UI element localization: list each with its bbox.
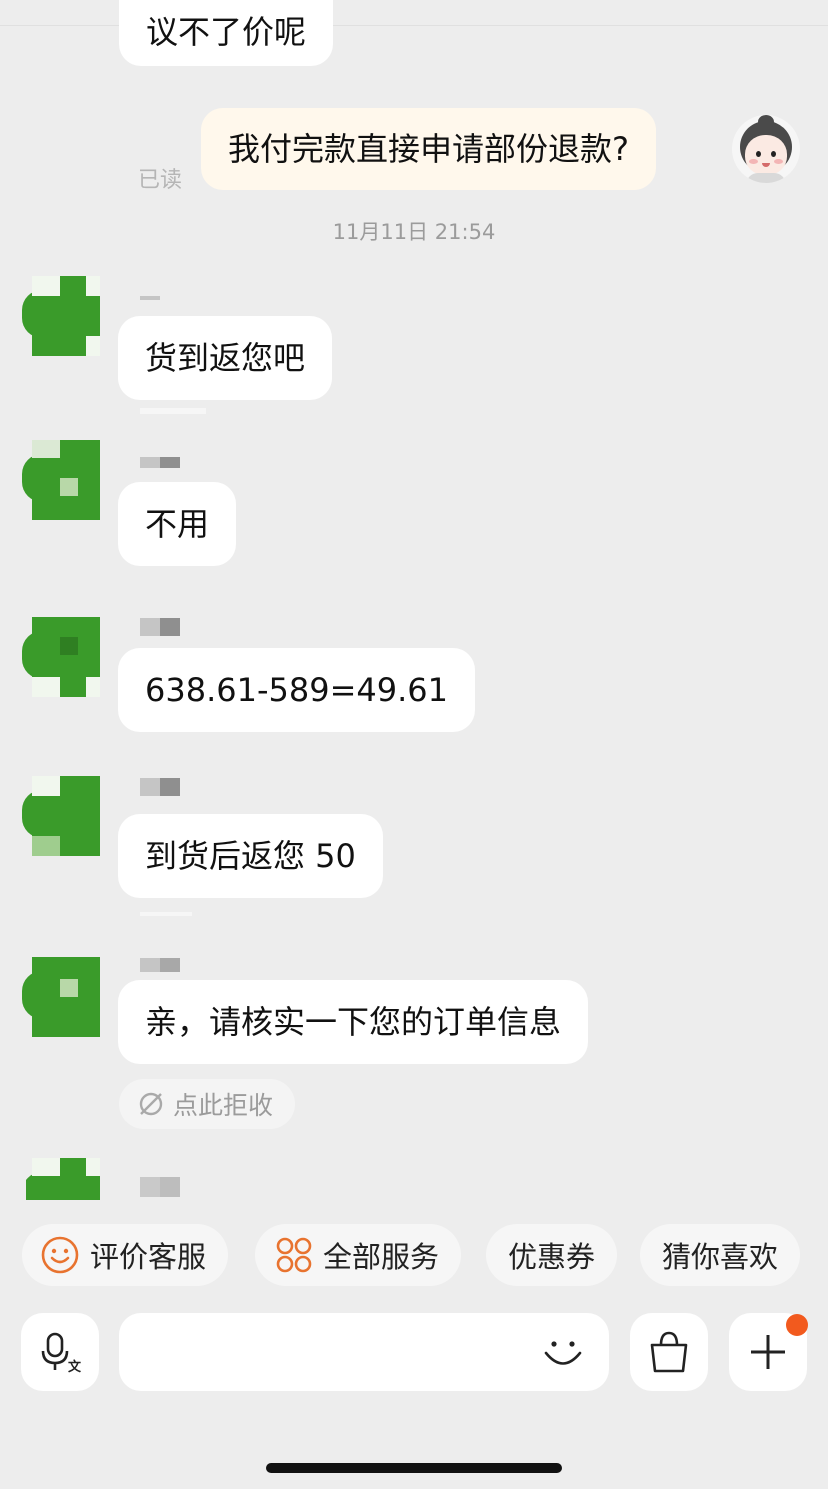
message-text: 亲，请核实一下您的订单信息 bbox=[145, 1003, 562, 1041]
timestamp: 11月11日 21:54 bbox=[332, 220, 496, 244]
seller-message-bubble[interactable]: 货到返您吧 bbox=[118, 316, 333, 400]
seller-name-redacted bbox=[140, 958, 180, 972]
message-text: 到货后返您 50 bbox=[145, 837, 356, 875]
seller-name-redacted bbox=[140, 1177, 180, 1197]
seller-message-bubble[interactable]: 638.61-589=49.61 bbox=[118, 648, 476, 732]
home-indicator[interactable] bbox=[266, 1463, 562, 1473]
seller-name-redacted bbox=[140, 778, 180, 796]
chip-label: 猜你喜欢 bbox=[662, 1240, 779, 1274]
seller-name-redacted bbox=[140, 296, 160, 300]
divider bbox=[140, 408, 206, 414]
message-text: 议不了价呢 bbox=[146, 13, 307, 51]
quick-action-recommendations[interactable]: 猜你喜欢 bbox=[640, 1224, 801, 1286]
chip-label: 优惠券 bbox=[508, 1240, 596, 1274]
quick-action-all-services[interactable]: 全部服务 bbox=[255, 1224, 462, 1286]
message-text: 我付完款直接申请部份退款? bbox=[228, 130, 629, 168]
voice-to-text-icon: 文 bbox=[41, 1332, 82, 1375]
plus-icon bbox=[751, 1335, 785, 1369]
seller-avatar[interactable] bbox=[26, 1158, 106, 1200]
voice-button[interactable]: 文 bbox=[21, 1313, 99, 1391]
reject-delivery-button[interactable]: 点此拒收 bbox=[119, 1079, 296, 1129]
reject-icon bbox=[139, 1092, 163, 1116]
seller-avatar[interactable] bbox=[22, 957, 106, 1037]
seller-avatar[interactable] bbox=[22, 617, 106, 697]
message-text: 货到返您吧 bbox=[145, 339, 306, 377]
emoji-icon[interactable] bbox=[541, 1330, 585, 1374]
notification-dot bbox=[786, 1314, 808, 1336]
chip-label: 全部服务 bbox=[323, 1240, 440, 1274]
read-status: 已读 bbox=[138, 168, 183, 193]
seller-avatar[interactable] bbox=[22, 276, 106, 356]
chip-label: 评价客服 bbox=[90, 1240, 207, 1274]
divider bbox=[140, 912, 192, 916]
seller-avatar[interactable] bbox=[22, 776, 106, 856]
quick-action-rate-service[interactable]: 评价客服 bbox=[22, 1224, 229, 1286]
quick-action-coupons[interactable]: 优惠券 bbox=[486, 1224, 618, 1286]
seller-message-bubble[interactable]: 到货后返您 50 bbox=[118, 814, 383, 898]
svg-text:文: 文 bbox=[68, 1359, 82, 1375]
shopping-bag-icon bbox=[650, 1331, 688, 1373]
shopping-bag-button[interactable] bbox=[630, 1313, 708, 1391]
message-text: 不用 bbox=[145, 505, 210, 543]
my-avatar[interactable] bbox=[732, 115, 800, 183]
message-text: 638.61-589=49.61 bbox=[145, 671, 449, 709]
message-input-box[interactable] bbox=[119, 1313, 609, 1391]
seller-message-bubble[interactable]: 亲，请核实一下您的订单信息 bbox=[118, 980, 589, 1064]
message-bubble-partial[interactable]: 议不了价呢 bbox=[119, 0, 334, 66]
seller-message-bubble[interactable]: 不用 bbox=[118, 482, 237, 566]
my-message-bubble[interactable]: 我付完款直接申请部份退款? bbox=[201, 108, 656, 190]
seller-avatar[interactable] bbox=[22, 440, 106, 520]
seller-name-redacted bbox=[140, 618, 180, 636]
grid-circles-icon bbox=[276, 1237, 312, 1273]
message-input[interactable] bbox=[119, 1313, 553, 1391]
seller-name-redacted bbox=[140, 457, 180, 468]
reject-label: 点此拒收 bbox=[173, 1091, 274, 1120]
smile-icon bbox=[41, 1236, 79, 1274]
